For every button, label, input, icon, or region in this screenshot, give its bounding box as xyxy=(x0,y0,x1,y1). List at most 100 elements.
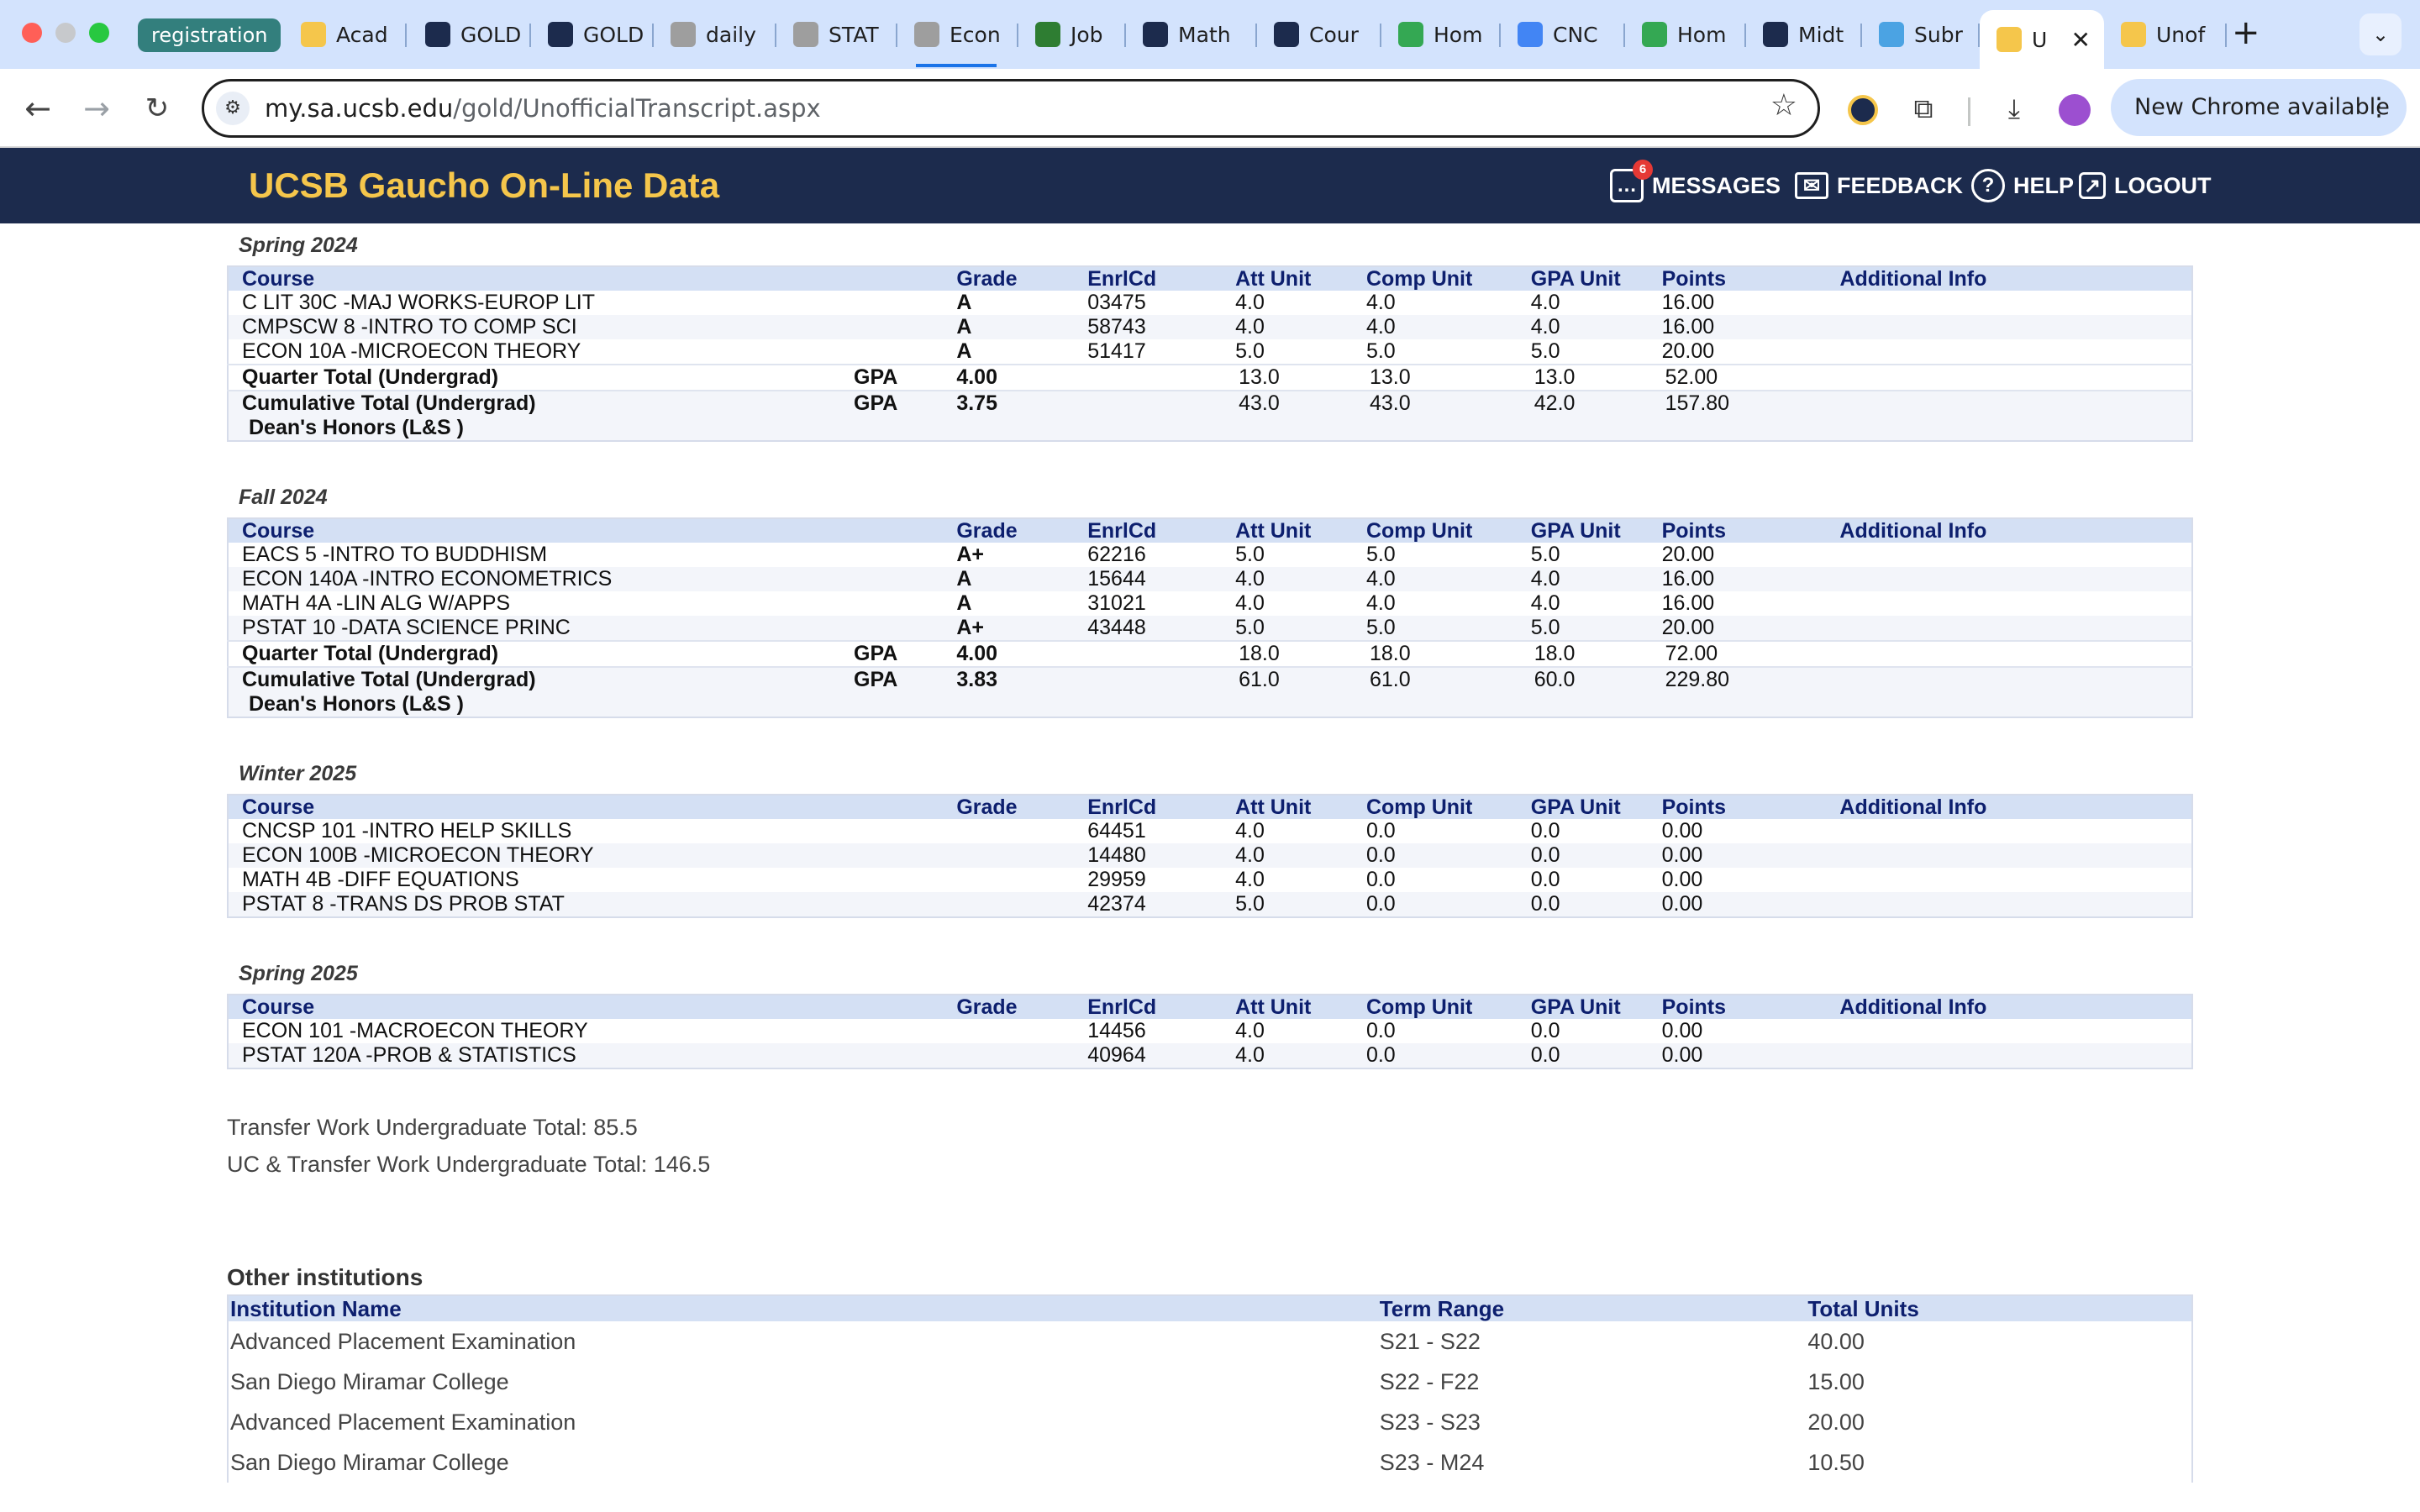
quarter-total-label: Quarter Total (Undergrad) GPA xyxy=(228,364,944,391)
other-institutions-title: Other institutions xyxy=(227,1264,424,1290)
total-label-text: Cumulative Total (Undergrad) xyxy=(242,668,536,691)
enrollment-code: 51417 xyxy=(1087,339,1146,363)
institution-row: Advanced Placement Examination S23 - S23 2… xyxy=(228,1402,2192,1442)
browser-tab[interactable]: Math xyxy=(1126,10,1257,59)
enrollment-code: 31021 xyxy=(1087,591,1146,615)
close-window-button[interactable] xyxy=(22,23,42,43)
site-info-icon[interactable]: ⚙ xyxy=(216,92,250,125)
browser-tab[interactable]: GOLD xyxy=(531,10,654,59)
tab-title: Cour xyxy=(1309,22,1359,47)
more-menu-icon[interactable]: ⋮ xyxy=(2366,79,2391,136)
attempted-units: 4.0 xyxy=(1222,1043,1353,1068)
logout-link[interactable]: ↗ LOGOUT xyxy=(2079,148,2212,223)
gpa-units: 4.0 xyxy=(1530,591,1560,615)
browser-tab[interactable]: Hom xyxy=(1381,10,1501,59)
grade-points: 16.00 xyxy=(1661,291,1715,314)
chrome-update-button[interactable]: New Chrome available ⋮ xyxy=(2111,79,2407,136)
help-link[interactable]: ? HELP xyxy=(1971,148,2074,223)
browser-tab[interactable]: Acad xyxy=(284,10,407,59)
browser-tab[interactable]: Cour xyxy=(1257,10,1381,59)
column-header: Grade xyxy=(943,518,1075,543)
downloads-icon[interactable]: ⤓ xyxy=(1993,87,2035,129)
quarter-points: 72.00 xyxy=(1648,640,1827,667)
gaucho-logo-icon xyxy=(1996,27,2022,52)
course-name: ECON 100B -MICROECON THEORY xyxy=(228,843,944,868)
globe-icon xyxy=(914,22,939,47)
quarter-att: 13.0 xyxy=(1222,364,1353,391)
cumulative-total-row: Cumulative Total (Undergrad) GPA Dean's Ho… xyxy=(228,666,2192,717)
completed-units: 0.0 xyxy=(1352,892,1518,917)
forward-button[interactable]: → xyxy=(76,87,118,129)
course-grade: A xyxy=(943,315,1075,339)
column-header: Comp Unit xyxy=(1352,795,1518,819)
browser-tab[interactable]: Unof xyxy=(2104,10,2227,59)
column-header: EnrlCd xyxy=(1074,795,1223,819)
bookmark-star-icon[interactable]: ☆ xyxy=(1770,88,1797,123)
additional-info xyxy=(1826,868,2192,892)
course-grade: A xyxy=(943,567,1075,591)
browser-tab[interactable]: GOLD xyxy=(408,10,531,59)
maximize-window-button[interactable] xyxy=(89,23,109,43)
empty-cell xyxy=(1826,390,2192,441)
completed-units: 4.0 xyxy=(1352,315,1518,339)
table-header-row: Course Grade EnrlCd Att Unit Comp Unit GPA Un… xyxy=(228,795,2192,819)
term-title: Spring 2024 xyxy=(239,234,358,257)
completed-units: 0.0 xyxy=(1365,868,1396,891)
total-units: 15.00 xyxy=(1807,1369,1865,1394)
browser-tab[interactable]: Midt xyxy=(1746,10,1862,59)
extensions-puzzle-icon[interactable]: ⧉ xyxy=(1902,87,1944,129)
cumulative-att: 61.0 xyxy=(1222,666,1353,717)
completed-units: 0.0 xyxy=(1365,1019,1396,1042)
institution-name: San Diego Miramar College xyxy=(230,1369,509,1394)
total-units: 10.50 xyxy=(1807,1450,1865,1475)
tab-title: Econ xyxy=(950,22,1001,47)
empty-cell xyxy=(1074,390,1223,441)
gradescope-icon xyxy=(1274,22,1299,47)
empty-cell xyxy=(1074,364,1223,391)
browser-tab[interactable]: Hom xyxy=(1625,10,1746,59)
url-host: my.sa.ucsb.edu xyxy=(265,94,454,123)
column-header: Grade xyxy=(943,995,1075,1019)
cumulative-total-label: Cumulative Total (Undergrad) GPA Dean's Ho… xyxy=(228,390,944,441)
extension-avatar-icon[interactable] xyxy=(1842,87,1884,129)
grade-points: 0.00 xyxy=(1648,843,1827,868)
course-grade: A xyxy=(956,591,972,615)
profile-avatar-icon[interactable] xyxy=(2054,87,2096,129)
browser-tab[interactable]: Econ xyxy=(897,10,1018,59)
browser-tab[interactable]: Subr xyxy=(1862,10,1980,59)
cumulative-att: 43.0 xyxy=(1222,390,1353,441)
course-grade xyxy=(943,843,1075,868)
new-tab-button[interactable]: + xyxy=(2232,13,2260,52)
total-label-text: Quarter Total (Undergrad) xyxy=(242,642,499,665)
address-bar[interactable]: ⚙ my.sa.ucsb.edu/gold/UnofficialTranscri… xyxy=(202,79,1820,138)
grade-points: 0.00 xyxy=(1661,868,1703,891)
browser-tab[interactable]: Job xyxy=(1018,10,1126,59)
tab-group-label[interactable]: registration xyxy=(138,18,281,52)
grade-points: 0.00 xyxy=(1661,1019,1703,1042)
empty-cell xyxy=(1074,640,1223,667)
institution-name: Advanced Placement Examination xyxy=(230,1410,576,1435)
close-tab-icon[interactable]: ✕ xyxy=(2071,26,2091,54)
globe-icon xyxy=(793,22,818,47)
column-header: Additional Info xyxy=(1826,995,2192,1019)
table-header-row: Course Grade EnrlCd Att Unit Comp Unit GPA Un… xyxy=(228,995,2192,1019)
url-text[interactable]: my.sa.ucsb.edu/gold/UnofficialTranscript… xyxy=(265,81,821,135)
column-header: EnrlCd xyxy=(1074,266,1223,291)
reload-button[interactable]: ↻ xyxy=(136,87,178,129)
browser-tab[interactable]: CNC xyxy=(1501,10,1625,59)
feedback-link[interactable]: ✉ FEEDBACK xyxy=(1795,148,1963,223)
column-header: Att Unit xyxy=(1222,518,1353,543)
browser-tab[interactable]: daily xyxy=(654,10,776,59)
browser-tab[interactable]: STAT xyxy=(776,10,897,59)
messages-link[interactable]: … 6 MESSAGES xyxy=(1610,148,1781,223)
course-name: PSTAT 8 -TRANS DS PROB STAT xyxy=(228,892,944,917)
site-brand[interactable]: UCSB Gaucho On-Line Data xyxy=(249,148,719,223)
browser-tab[interactable]: U ✕ xyxy=(1980,10,2104,69)
back-button[interactable]: ← xyxy=(17,87,59,129)
institution-row: San Diego Miramar College S23 - M24 10.50 xyxy=(228,1442,2192,1483)
attempted-units: 4.0 xyxy=(1222,567,1353,591)
minimize-window-button[interactable] xyxy=(55,23,76,43)
enrollment-code: 58743 xyxy=(1074,315,1223,339)
course-row: PSTAT 120A -PROB & STATISTICS 40964 4.0 0.0… xyxy=(228,1043,2192,1068)
tab-search-button[interactable]: ⌄ xyxy=(2360,13,2402,55)
